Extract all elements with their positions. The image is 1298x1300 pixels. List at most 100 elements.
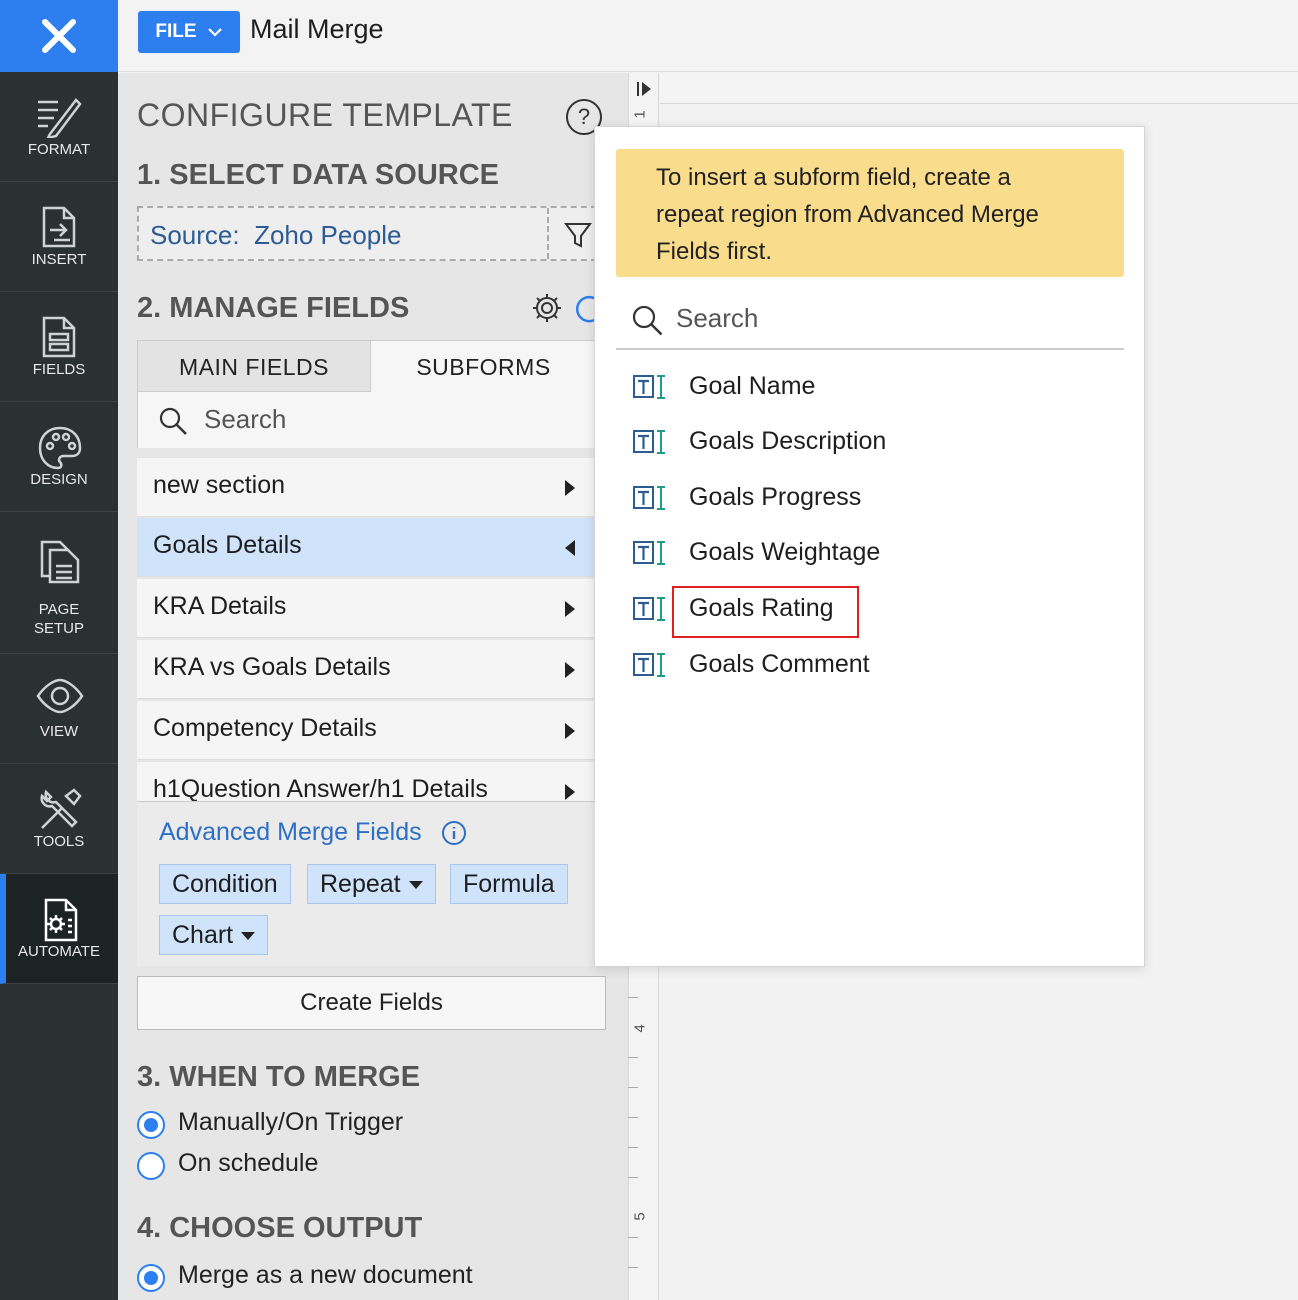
popup-search-placeholder: Search xyxy=(676,303,759,333)
text-field-icon xyxy=(633,430,665,454)
chart-chip[interactable]: Chart xyxy=(159,915,269,955)
design-icon xyxy=(38,426,82,470)
source-divider xyxy=(547,208,549,259)
search-icon xyxy=(632,305,663,336)
rail-tools[interactable]: TOOLS xyxy=(0,764,118,874)
rail-automate-label: AUTOMATE xyxy=(18,943,100,960)
top-bar: FILE Mail Merge xyxy=(118,0,1298,72)
filter-icon[interactable] xyxy=(563,220,593,250)
collapse-arrow-icon xyxy=(565,540,575,556)
ruler-tick xyxy=(628,1267,638,1268)
ruler-collapse-icon[interactable] xyxy=(635,79,655,99)
section-manage-fields: 2. MANAGE FIELDS xyxy=(137,292,410,324)
expand-arrow-icon xyxy=(565,723,575,739)
field-tabs: MAIN FIELDS SUBFORMS xyxy=(137,340,597,392)
popup-field-label: Goal Name xyxy=(689,372,816,400)
tools-icon xyxy=(40,788,82,829)
radio-selected[interactable] xyxy=(137,1264,165,1292)
repeat-chip[interactable]: Repeat xyxy=(307,864,436,904)
radio-label: On schedule xyxy=(178,1149,319,1177)
rail-design-label: DESIGN xyxy=(30,471,88,488)
advanced-merge-fields: Advanced Merge Fields Condition Repeat F… xyxy=(137,801,597,966)
file-menu-button[interactable]: FILE xyxy=(138,11,240,53)
search-icon xyxy=(159,407,187,435)
ruler-tick xyxy=(628,1057,638,1058)
repeat-region-notice: To insert a subform field, create a repe… xyxy=(616,149,1124,277)
list-item-label: h1Question Answer/h1 Details xyxy=(153,775,488,802)
create-fields-button[interactable]: Create Fields xyxy=(137,976,606,1030)
list-item[interactable]: h1Question Answer/h1 Details xyxy=(137,762,597,802)
popup-field-label: Goals Description xyxy=(689,427,887,455)
insert-icon xyxy=(42,206,76,248)
gear-icon[interactable] xyxy=(530,291,564,325)
rail-page-setup[interactable]: PAGE SETUP xyxy=(0,512,118,654)
list-item-label: KRA Details xyxy=(153,592,287,620)
caret-down-icon xyxy=(408,881,423,890)
expand-arrow-icon xyxy=(565,601,575,617)
rail-view[interactable]: VIEW xyxy=(0,654,118,764)
rail-tools-label: TOOLS xyxy=(33,833,85,850)
rail-insert-label: INSERT xyxy=(31,251,87,268)
info-icon[interactable] xyxy=(441,820,467,846)
configure-template-panel: CONFIGURE TEMPLATE ? 1. SELECT DATA SOUR… xyxy=(118,73,628,1300)
advanced-merge-fields-title: Advanced Merge Fields xyxy=(159,818,422,846)
tab-subforms[interactable]: SUBFORMS xyxy=(371,340,597,392)
list-item[interactable]: KRA vs Goals Details xyxy=(137,640,597,699)
list-item[interactable]: new section xyxy=(137,458,597,517)
text-field-icon xyxy=(633,541,665,565)
close-icon xyxy=(42,19,76,53)
rail-design[interactable]: DESIGN xyxy=(0,402,118,512)
ruler-tick xyxy=(628,1147,638,1148)
list-item-label: KRA vs Goals Details xyxy=(153,653,391,681)
rail-fields-label: FIELDS xyxy=(32,361,86,378)
rail-fields[interactable]: FIELDS xyxy=(0,292,118,402)
ruler-tick xyxy=(628,1087,638,1088)
field-search-input[interactable]: Search xyxy=(137,392,597,448)
ruler-tick xyxy=(628,997,638,998)
condition-chip[interactable]: Condition xyxy=(159,864,291,904)
data-source-box[interactable]: Source: Zoho People xyxy=(137,206,607,261)
popup-field-label: Goals Weightage xyxy=(689,538,881,566)
text-field-icon xyxy=(633,375,665,399)
list-item-label: new section xyxy=(153,471,286,499)
ruler-number: 4 xyxy=(631,1024,649,1033)
ruler-number: 5 xyxy=(631,1212,649,1221)
list-item-selected[interactable]: Goals Details xyxy=(137,518,597,577)
popup-search-input[interactable]: Search xyxy=(616,295,1124,350)
chevron-down-icon xyxy=(207,28,222,37)
rail-insert[interactable]: INSERT xyxy=(0,182,118,292)
expand-arrow-icon xyxy=(565,662,575,678)
tab-main-fields[interactable]: MAIN FIELDS xyxy=(137,340,371,392)
section-select-data-source: 1. SELECT DATA SOURCE xyxy=(137,159,499,191)
rail-automate[interactable]: AUTOMATE xyxy=(0,874,118,984)
rail-format[interactable]: FORMAT xyxy=(0,72,118,182)
field-search-placeholder: Search xyxy=(204,404,287,434)
radio-selected[interactable] xyxy=(137,1111,165,1139)
radio-unselected[interactable] xyxy=(137,1152,165,1180)
subform-fields-popup: To insert a subform field, create a repe… xyxy=(594,126,1145,967)
list-item-label: Competency Details xyxy=(153,714,377,742)
format-icon xyxy=(38,98,82,138)
popup-field-label: Goals Progress xyxy=(689,483,862,511)
section-when-to-merge: 3. WHEN TO MERGE xyxy=(137,1061,421,1093)
automate-icon xyxy=(44,898,78,942)
list-item[interactable]: Competency Details xyxy=(137,701,597,760)
text-field-icon xyxy=(633,486,665,510)
list-item[interactable]: KRA Details xyxy=(137,579,597,638)
close-button[interactable] xyxy=(0,0,118,72)
left-rail: FORMAT INSERT FIELDS DESIGN PAGE SETUP V… xyxy=(0,0,118,1300)
rail-view-label: VIEW xyxy=(39,723,79,740)
formula-chip[interactable]: Formula xyxy=(450,864,568,904)
ruler-tick xyxy=(628,1117,638,1118)
page-setup-icon xyxy=(40,540,80,584)
horizontal-ruler xyxy=(660,73,1298,104)
ruler-tick xyxy=(628,1237,638,1238)
view-icon xyxy=(36,678,84,714)
radio-label: Manually/On Trigger xyxy=(178,1108,404,1136)
file-menu-label: FILE xyxy=(155,21,197,42)
panel-title: CONFIGURE TEMPLATE xyxy=(137,97,513,133)
rail-format-label: FORMAT xyxy=(27,141,91,158)
fields-icon xyxy=(42,316,76,358)
app-title: Mail Merge xyxy=(250,14,384,44)
list-item-label: Goals Details xyxy=(153,531,302,559)
